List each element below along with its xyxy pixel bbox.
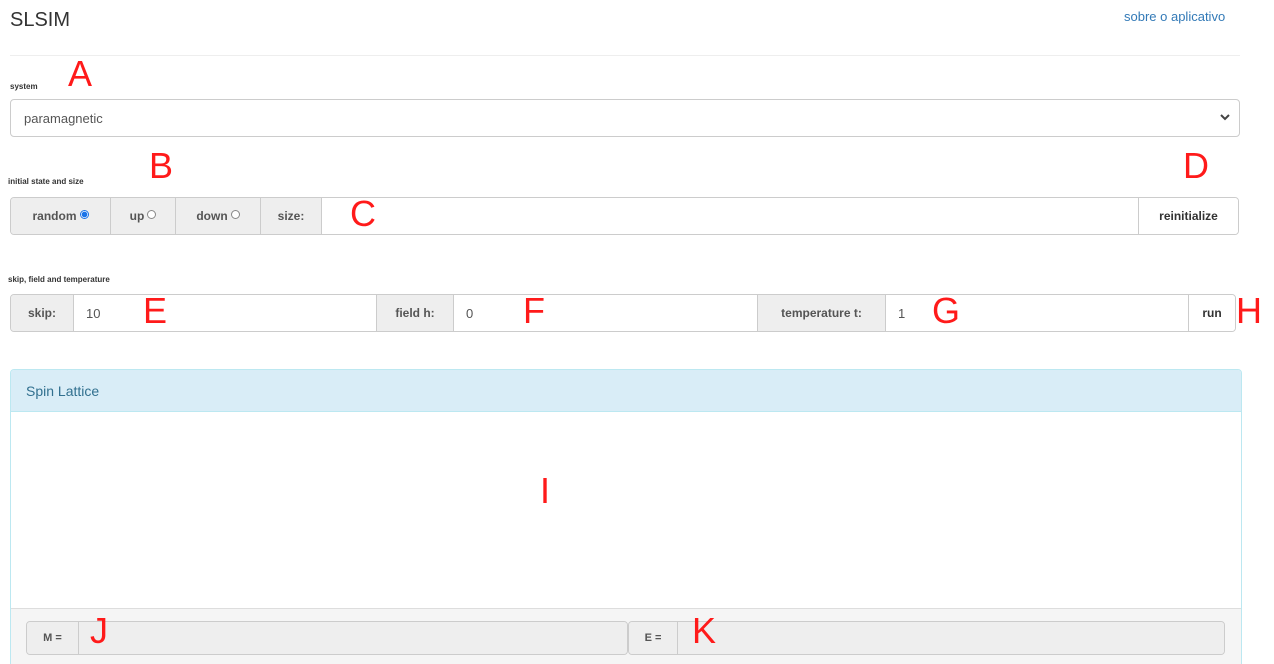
radio-up-input[interactable]: [147, 210, 157, 219]
marker-b: B: [149, 145, 174, 186]
energy-value: [678, 622, 1224, 654]
chevron-down-icon: [1220, 114, 1230, 121]
energy-group: E =: [628, 621, 1225, 655]
magnetization-group: M =: [26, 621, 628, 655]
temperature-label: temperature t:: [757, 295, 886, 331]
magnetization-value: [79, 622, 627, 654]
marker-k: K: [692, 610, 717, 651]
marker-g: G: [932, 290, 961, 331]
system-select[interactable]: paramagnetic: [10, 99, 1240, 137]
app-title: SLSIM: [10, 9, 71, 31]
radio-up-label: up: [129, 209, 145, 223]
spin-lattice-canvas[interactable]: [11, 412, 1241, 608]
marker-j: J: [90, 610, 108, 651]
radio-random-input[interactable]: [79, 210, 89, 219]
initial-state-group: random up down size: reinitialize: [10, 197, 1239, 235]
energy-label: E =: [629, 622, 678, 654]
skip-input[interactable]: 10: [74, 295, 376, 331]
params-group: skip: 10 field h: 0 temperature t: 1 run: [10, 294, 1236, 332]
field-label: field h:: [376, 295, 454, 331]
size-label: size:: [261, 198, 322, 234]
marker-h: H: [1236, 290, 1262, 331]
marker-c: C: [350, 193, 376, 234]
run-button[interactable]: run: [1188, 295, 1235, 331]
radio-down[interactable]: down: [176, 198, 261, 234]
params-label: skip, field and temperature: [8, 275, 110, 284]
initial-state-label: initial state and size: [8, 177, 84, 186]
spin-lattice-footer: M = E =: [11, 608, 1241, 664]
radio-random-label: random: [32, 209, 77, 223]
radio-down-input[interactable]: [230, 210, 240, 219]
system-label: system: [10, 82, 38, 91]
header-divider: [10, 55, 1240, 56]
size-input[interactable]: [322, 198, 1138, 234]
radio-random[interactable]: random: [11, 198, 111, 234]
marker-i: I: [540, 470, 551, 511]
system-select-value: paramagnetic: [24, 111, 103, 126]
radio-up[interactable]: up: [111, 198, 176, 234]
radio-down-label: down: [196, 209, 228, 223]
skip-label: skip:: [11, 295, 74, 331]
reinitialize-button[interactable]: reinitialize: [1138, 198, 1238, 234]
spin-lattice-title: Spin Lattice: [11, 370, 1241, 412]
marker-e: E: [143, 290, 168, 331]
spin-lattice-panel: Spin Lattice M = E =: [10, 369, 1242, 664]
about-link[interactable]: sobre o aplicativo: [1124, 9, 1225, 24]
marker-d: D: [1183, 145, 1209, 186]
magnetization-label: M =: [27, 622, 79, 654]
marker-a: A: [68, 53, 93, 94]
field-input[interactable]: 0: [454, 295, 757, 331]
marker-f: F: [523, 290, 545, 331]
